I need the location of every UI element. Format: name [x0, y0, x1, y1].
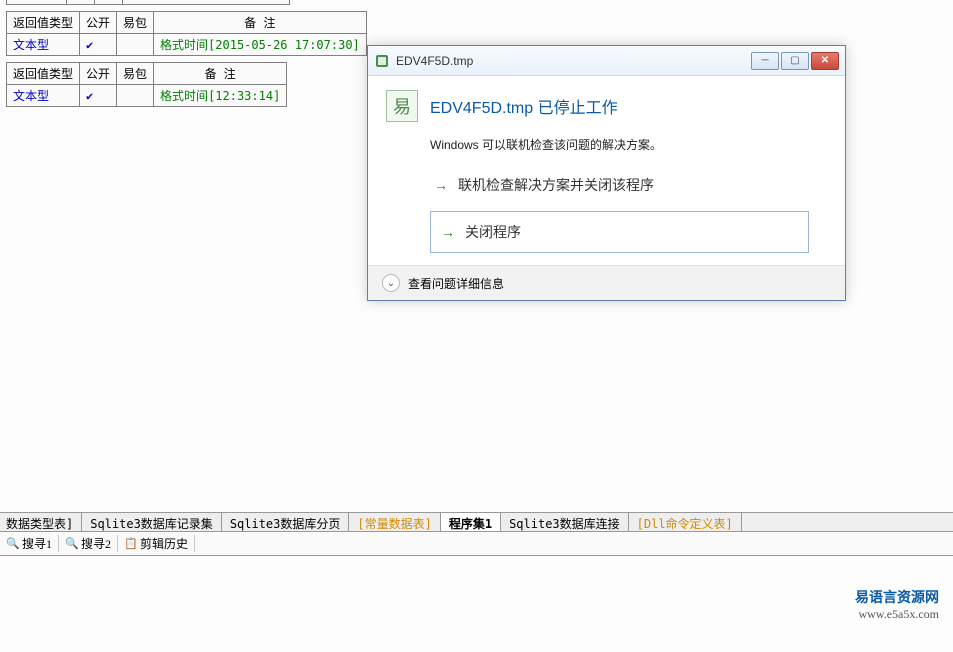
option-label: 联机检查解决方案并关闭该程序	[458, 175, 654, 195]
cell-rettype: 文本型	[7, 85, 80, 107]
cell-pub: ✔	[80, 85, 117, 107]
partial-table-row: 字符集 将ansi编码字符串转换utf8	[6, 0, 290, 5]
col-public: 公开	[80, 63, 117, 85]
dialog-app-icon: 易	[386, 90, 418, 122]
info-table-2: 返回值类型 公开 易包 备 注 文本型 ✔ 格式时间[12:33:14]	[6, 62, 287, 107]
option-label: 关闭程序	[465, 222, 521, 242]
clipboard-icon: 📋	[124, 537, 138, 551]
window-title: EDV4F5D.tmp	[396, 54, 751, 68]
col-note: 备 注	[154, 63, 287, 85]
cell: 将ansi编码字符串转换utf8	[123, 0, 290, 5]
dialog-heading: EDV4F5D.tmp 已停止工作	[430, 94, 618, 118]
option-close-program[interactable]: → 关闭程序	[430, 211, 809, 253]
tab-constants[interactable]: [常量数据表]	[349, 513, 440, 531]
chevron-down-icon: ⌄	[382, 274, 400, 292]
cell-yibao	[117, 34, 154, 56]
col-public: 公开	[80, 12, 117, 34]
col-return-type: 返回值类型	[7, 63, 80, 85]
minimize-button[interactable]: ─	[751, 52, 779, 70]
arrow-icon: →	[434, 177, 448, 193]
search-toolbar: 🔍 搜寻1 🔍 搜寻2 📋 剪辑历史	[0, 532, 953, 556]
app-icon	[374, 53, 390, 69]
option-check-online[interactable]: → 联机检查解决方案并关闭该程序	[430, 169, 809, 201]
tab-programset1[interactable]: 程序集1	[441, 513, 501, 531]
cell	[95, 0, 123, 5]
search-icon: 🔍	[6, 537, 20, 551]
col-yibao: 易包	[117, 12, 154, 34]
search-icon: 🔍	[65, 537, 79, 551]
search-1[interactable]: 🔍 搜寻1	[6, 535, 59, 552]
arrow-icon: →	[441, 224, 455, 240]
col-note: 备 注	[154, 12, 367, 34]
col-return-type: 返回值类型	[7, 12, 80, 34]
watermark: 易语言资源网 www.e5a5x.com	[855, 587, 939, 622]
info-table-1: 返回值类型 公开 易包 备 注 文本型 ✔ 格式时间[2015-05-26 17…	[6, 11, 367, 56]
close-button[interactable]: ✕	[811, 52, 839, 70]
maximize-button[interactable]: ▢	[781, 52, 809, 70]
cell-note: 格式时间[12:33:14]	[154, 85, 287, 107]
dialog-footer[interactable]: ⌄ 查看问题详细信息	[368, 265, 845, 300]
cell: 字符集	[7, 0, 67, 5]
tab-sqlite-conn[interactable]: Sqlite3数据库连接	[501, 513, 629, 531]
tab-dll-cmd[interactable]: [Dll命令定义表]	[629, 513, 742, 531]
cell-yibao	[117, 85, 154, 107]
cell	[67, 0, 95, 5]
tab-sqlite-paging[interactable]: Sqlite3数据库分页	[222, 513, 350, 531]
table-row: 文本型 ✔ 格式时间[12:33:14]	[7, 85, 287, 107]
search-label: 搜寻2	[81, 535, 111, 552]
search-label: 搜寻1	[22, 535, 52, 552]
tab-sqlite-recordset[interactable]: Sqlite3数据库记录集	[82, 513, 222, 531]
col-yibao: 易包	[117, 63, 154, 85]
details-label: 查看问题详细信息	[408, 275, 504, 292]
watermark-title: 易语言资源网	[855, 587, 939, 607]
clip-label: 剪辑历史	[140, 535, 188, 552]
tab-datatypes[interactable]: 数据类型表]	[0, 513, 82, 531]
clip-history[interactable]: 📋 剪辑历史	[124, 535, 195, 552]
tab-bar: 数据类型表] Sqlite3数据库记录集 Sqlite3数据库分页 [常量数据表…	[0, 512, 953, 532]
dialog-message: Windows 可以联机检查该问题的解决方案。	[430, 136, 827, 153]
search-2[interactable]: 🔍 搜寻2	[65, 535, 118, 552]
cell-note: 格式时间[2015-05-26 17:07:30]	[154, 34, 367, 56]
cell-pub: ✔	[80, 34, 117, 56]
cell-rettype: 文本型	[7, 34, 80, 56]
table-row: 文本型 ✔ 格式时间[2015-05-26 17:07:30]	[7, 34, 367, 56]
watermark-url: www.e5a5x.com	[855, 607, 939, 622]
error-dialog: EDV4F5D.tmp ─ ▢ ✕ 易 EDV4F5D.tmp 已停止工作 Wi…	[367, 45, 846, 301]
titlebar[interactable]: EDV4F5D.tmp ─ ▢ ✕	[368, 46, 845, 76]
